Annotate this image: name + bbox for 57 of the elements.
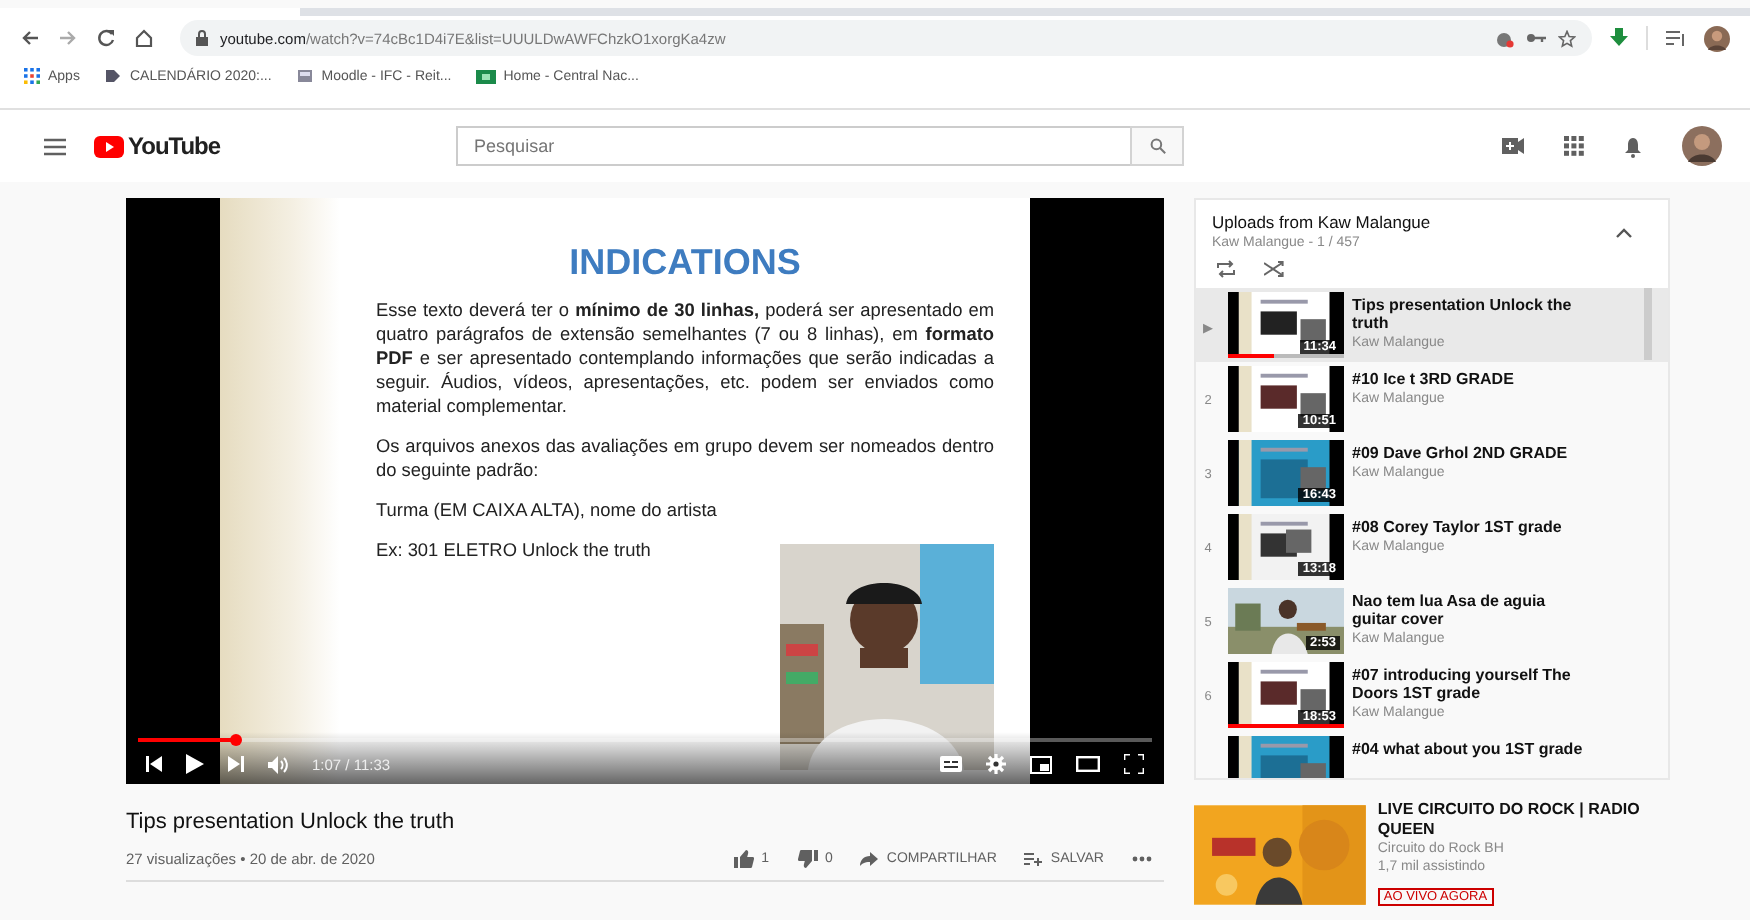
fullscreen-icon[interactable] — [1124, 754, 1144, 774]
playlist-item-title: #10 Ice t 3RD GRADE — [1352, 370, 1514, 389]
playlist-item-title: Tips presentation Unlock the truth — [1352, 296, 1574, 333]
slide-paragraph: Os arquivos anexos das avaliações em grupo devem ser nomeados dentro do seguinte padrão: — [376, 435, 994, 484]
playlist-item[interactable]: #04 what about you 1ST grade — [1196, 732, 1668, 778]
playlist-item-title: #04 what about you 1ST grade — [1352, 740, 1583, 759]
search-button[interactable] — [1130, 126, 1185, 166]
volume-icon[interactable] — [268, 755, 288, 773]
search-icon — [1149, 138, 1166, 154]
apps-icon[interactable] — [24, 68, 40, 84]
collapse-chevron-icon[interactable] — [1616, 228, 1632, 238]
notification-bell-icon[interactable] — [1624, 135, 1642, 157]
bookmark-favicon-icon[interactable] — [103, 68, 122, 84]
slide-title: INDICATIONS — [569, 242, 801, 284]
bookmark-favicon-icon[interactable] — [295, 68, 314, 84]
playlist-title: Uploads from Kaw Malangue — [1212, 212, 1433, 232]
previous-icon[interactable] — [146, 756, 162, 772]
back-icon[interactable] — [20, 28, 40, 48]
playlist-item-title: #08 Corey Taylor 1ST grade — [1352, 518, 1562, 537]
slide-paragraph: Esse texto deverá ter o mínimo de 30 linhas, poderá ser apresentado em quatro parágrafos de extensão semelhantes (7 ou 8 linhas), em formato PDF e ser apresentado contemplando informações que serão indicadas a seguir. Áudios, vídeos, apresentações, etc. podem ser enviados como material complementar. — [376, 300, 994, 420]
account-avatar[interactable] — [1682, 126, 1722, 166]
video-title: Tips presentation Unlock the truth — [126, 810, 457, 834]
thumbs-up-icon[interactable] — [733, 850, 754, 868]
bookmark-favicon-icon[interactable] — [475, 69, 496, 83]
youtube-logo[interactable]: YouTube — [94, 132, 221, 160]
menu-icon[interactable] — [44, 137, 66, 155]
playlist-item-title: #07 introducing yourself The Doors 1ST grade — [1352, 666, 1573, 703]
shuffle-icon[interactable] — [1264, 260, 1284, 278]
slide-paragraph: Turma (EM CAIXA ALTA), nome do artista — [376, 499, 719, 524]
extension-icon[interactable] — [1496, 29, 1514, 47]
next-icon[interactable] — [228, 756, 244, 772]
play-icon[interactable] — [186, 754, 204, 774]
key-icon[interactable] — [1526, 32, 1546, 44]
star-icon[interactable] — [1558, 29, 1576, 47]
home-icon[interactable] — [134, 28, 154, 48]
thumbs-down-icon[interactable] — [797, 850, 818, 868]
reload-icon[interactable] — [96, 28, 116, 48]
live-video-title[interactable]: LIVE CIRCUITO DO ROCK | RADIO QUEEN — [1377, 800, 1670, 839]
video-player[interactable] — [126, 198, 1164, 784]
loop-icon[interactable] — [1216, 260, 1236, 278]
more-icon[interactable] — [1132, 856, 1152, 862]
lock-icon — [196, 30, 208, 46]
captions-icon[interactable] — [940, 756, 962, 772]
create-video-icon[interactable] — [1502, 138, 1524, 154]
profile-avatar[interactable] — [1704, 25, 1730, 51]
miniplayer-icon[interactable] — [1030, 755, 1052, 773]
slide-paragraph: Ex: 301 ELETRO Unlock the truth — [376, 539, 653, 564]
playlist-item-title: Nao tem lua Asa de aguia guitar cover — [1352, 592, 1548, 629]
media-queue-icon[interactable] — [1666, 29, 1686, 47]
apps-grid-icon[interactable] — [1564, 136, 1584, 156]
add-to-playlist-icon[interactable] — [1024, 852, 1043, 866]
search-field[interactable]: Pesquisar — [456, 126, 1131, 166]
share-icon[interactable] — [860, 852, 879, 866]
download-icon[interactable] — [1610, 28, 1628, 48]
playlist-item-title: #09 Dave Grhol 2ND GRADE — [1352, 444, 1568, 463]
settings-icon[interactable] — [986, 754, 1006, 774]
theater-mode-icon[interactable] — [1076, 756, 1100, 772]
